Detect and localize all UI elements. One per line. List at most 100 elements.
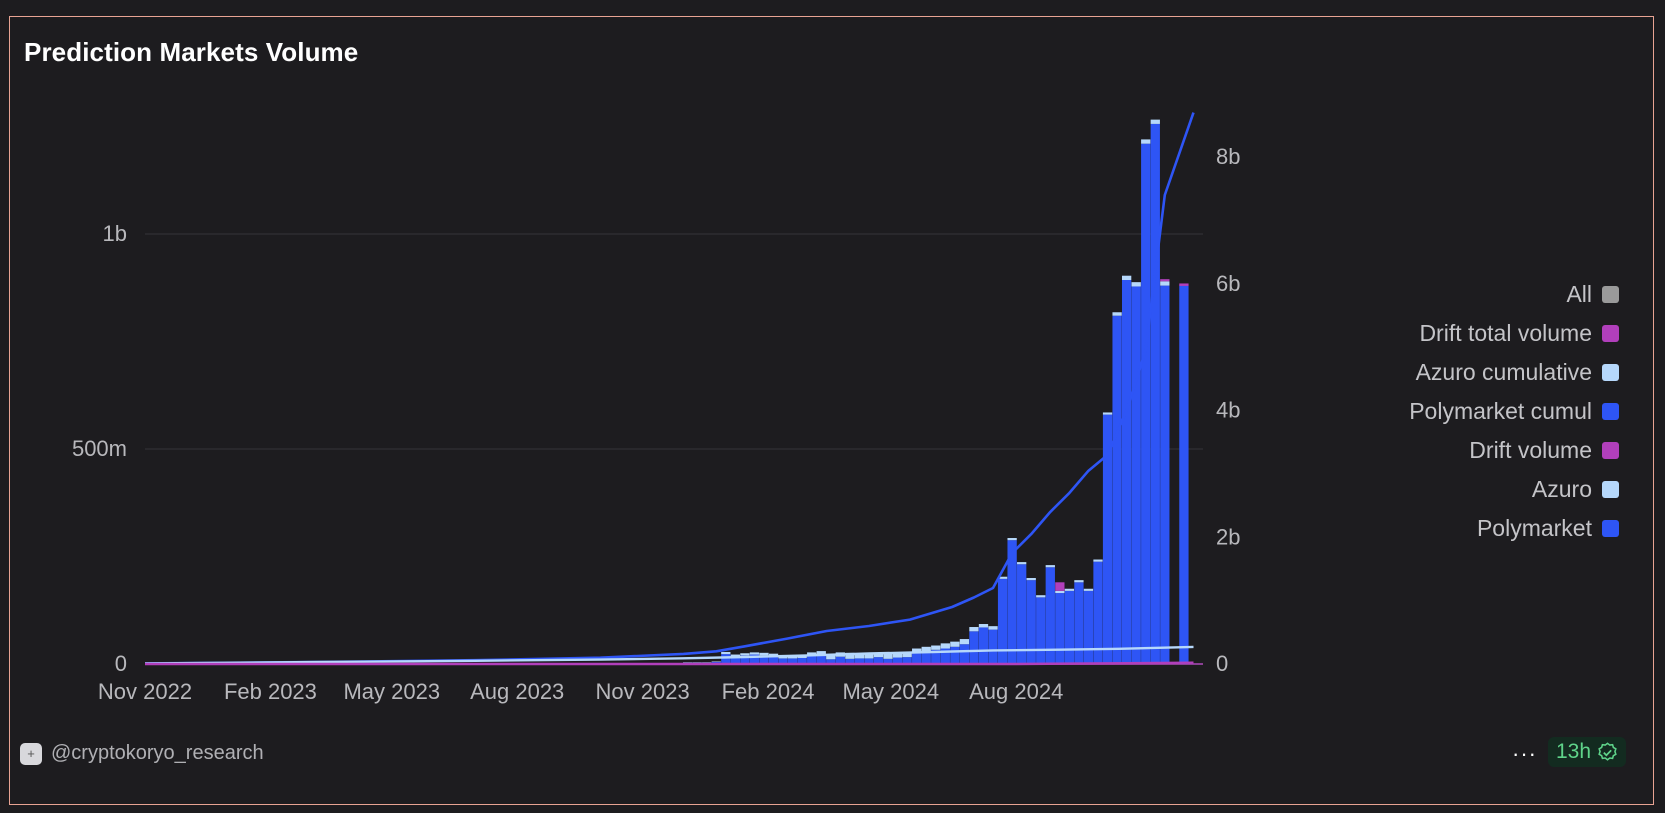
legend-label: All [1566, 281, 1592, 307]
author-name: @cryptokoryo_research [51, 742, 264, 764]
bar-polymarket [1160, 285, 1170, 664]
bar-drift-volume [1179, 283, 1189, 286]
bar-azuro [1074, 580, 1084, 583]
x-tick-label: May 2023 [343, 679, 440, 704]
bar-polymarket [1179, 285, 1189, 664]
bar-polymarket [1074, 582, 1084, 664]
refresh-status-badge[interactable]: 13h [1548, 737, 1627, 767]
y-right-tick-label: 8b [1216, 144, 1240, 169]
y-right-tick-label: 4b [1216, 398, 1240, 423]
legend-label: Drift total volume [1419, 320, 1592, 346]
bar-polymarket [1121, 280, 1132, 664]
bar-polymarket [1036, 597, 1046, 664]
x-tick-label: Feb 2024 [722, 679, 815, 704]
legend-item[interactable]: All [1566, 281, 1619, 307]
legend-item[interactable]: Polymarket cumul [1409, 398, 1619, 424]
legend-item[interactable]: Azuro [1531, 476, 1619, 502]
bar-azuro [749, 652, 760, 655]
legend-item[interactable]: Drift total volume [1419, 320, 1619, 346]
bar-polymarket [988, 629, 998, 664]
line-drift-total-volume [145, 661, 1194, 666]
bar-azuro [931, 645, 941, 650]
bar-polymarket [969, 631, 979, 664]
refresh-age: 13h [1556, 740, 1592, 763]
legend-label: Polymarket [1476, 515, 1592, 541]
bar-azuro [692, 662, 702, 663]
bar-polymarket [1083, 590, 1094, 664]
bar-polymarket [807, 655, 817, 664]
legend-label: Azuro [1531, 476, 1592, 502]
bar-azuro [1141, 139, 1151, 144]
x-tick-label: Nov 2022 [98, 679, 192, 704]
check-badge-icon [1598, 741, 1617, 761]
legend-label: Azuro cumulative [1415, 359, 1592, 385]
bar-azuro [1064, 588, 1075, 591]
bar-polymarket [978, 627, 989, 664]
y-right-tick-label: 0 [1216, 651, 1228, 676]
line-polymarket-cumul [144, 112, 1195, 665]
bar-drift-volume [1055, 582, 1065, 591]
legend-item[interactable]: Polymarket [1476, 515, 1619, 541]
bar-drift-volume [1160, 279, 1170, 282]
y-right-tick-label: 6b [1216, 271, 1240, 296]
legend-swatch [1602, 325, 1619, 342]
bar-azuro [950, 641, 960, 647]
bar-azuro [988, 626, 998, 630]
bar-azuro [1150, 119, 1160, 124]
legend-label: Polymarket cumul [1409, 398, 1592, 424]
legend-swatch [1602, 481, 1619, 498]
bar-azuro [1036, 595, 1046, 598]
y-left-tick-label: 0 [115, 651, 127, 676]
bar-azuro [1112, 312, 1122, 316]
bar-azuro [1026, 578, 1036, 581]
bar-azuro [969, 627, 979, 632]
y-left-tick-label: 1b [103, 221, 127, 246]
x-tick-label: Nov 2023 [596, 679, 690, 704]
chart-title: Prediction Markets Volume [24, 37, 359, 67]
legend-swatch [1602, 520, 1619, 537]
chart-legend: All Drift total volume Azuro cumulative Pol… [1409, 281, 1619, 541]
legend-item[interactable]: Drift volume [1469, 437, 1619, 463]
bar-azuro [711, 661, 721, 662]
bar-polymarket [912, 652, 922, 664]
bar-polymarket [1150, 123, 1160, 665]
chart-card: 0 500m 1b 0 2b 4b 6b 8b Nov 2022 Feb 2023 May 2023… [9, 16, 1654, 805]
bar-polymarket [950, 646, 960, 664]
x-tick-label: Aug 2023 [470, 679, 564, 704]
bar-azuro [1093, 559, 1103, 562]
bar-azuro [1083, 588, 1094, 591]
x-tick-label: Feb 2023 [224, 679, 317, 704]
legend-swatch [1602, 403, 1619, 420]
x-tick-label: May 2024 [842, 679, 939, 704]
bar-azuro [721, 651, 731, 655]
legend-item[interactable]: Azuro cumulative [1415, 359, 1619, 385]
avatar: + [20, 742, 42, 765]
bar-polymarket [1026, 580, 1036, 664]
bar-azuro [921, 646, 931, 652]
legend-swatch [1602, 364, 1619, 381]
bar-polymarket [1055, 593, 1065, 664]
bar-azuro [759, 652, 769, 656]
bar-azuro [978, 624, 989, 628]
bar-polymarket [959, 644, 970, 664]
bar-polymarket [1141, 143, 1151, 664]
y-right-tick-label: 2b [1216, 524, 1240, 549]
more-options-button[interactable]: ··· [1512, 741, 1537, 767]
legend-swatch [1602, 286, 1619, 303]
bar-azuro [1160, 281, 1170, 286]
bar-azuro [940, 643, 950, 649]
bar-azuro [959, 639, 970, 645]
legend-label: Drift volume [1469, 437, 1592, 463]
y-left-tick-label: 500m [72, 436, 127, 461]
bar-polymarket [1064, 590, 1075, 664]
bar-polymarket [1131, 286, 1141, 664]
legend-swatch [1602, 442, 1619, 459]
bar-azuro [1055, 590, 1065, 594]
bar-azuro [1102, 412, 1113, 415]
bar-azuro [1131, 282, 1141, 287]
bar-azuro [1045, 565, 1055, 568]
author-credit[interactable]: + @cryptokoryo_research [20, 742, 264, 765]
bar-azuro [740, 653, 750, 656]
x-tick-label: Aug 2024 [969, 679, 1063, 704]
bar-azuro [1017, 562, 1027, 565]
